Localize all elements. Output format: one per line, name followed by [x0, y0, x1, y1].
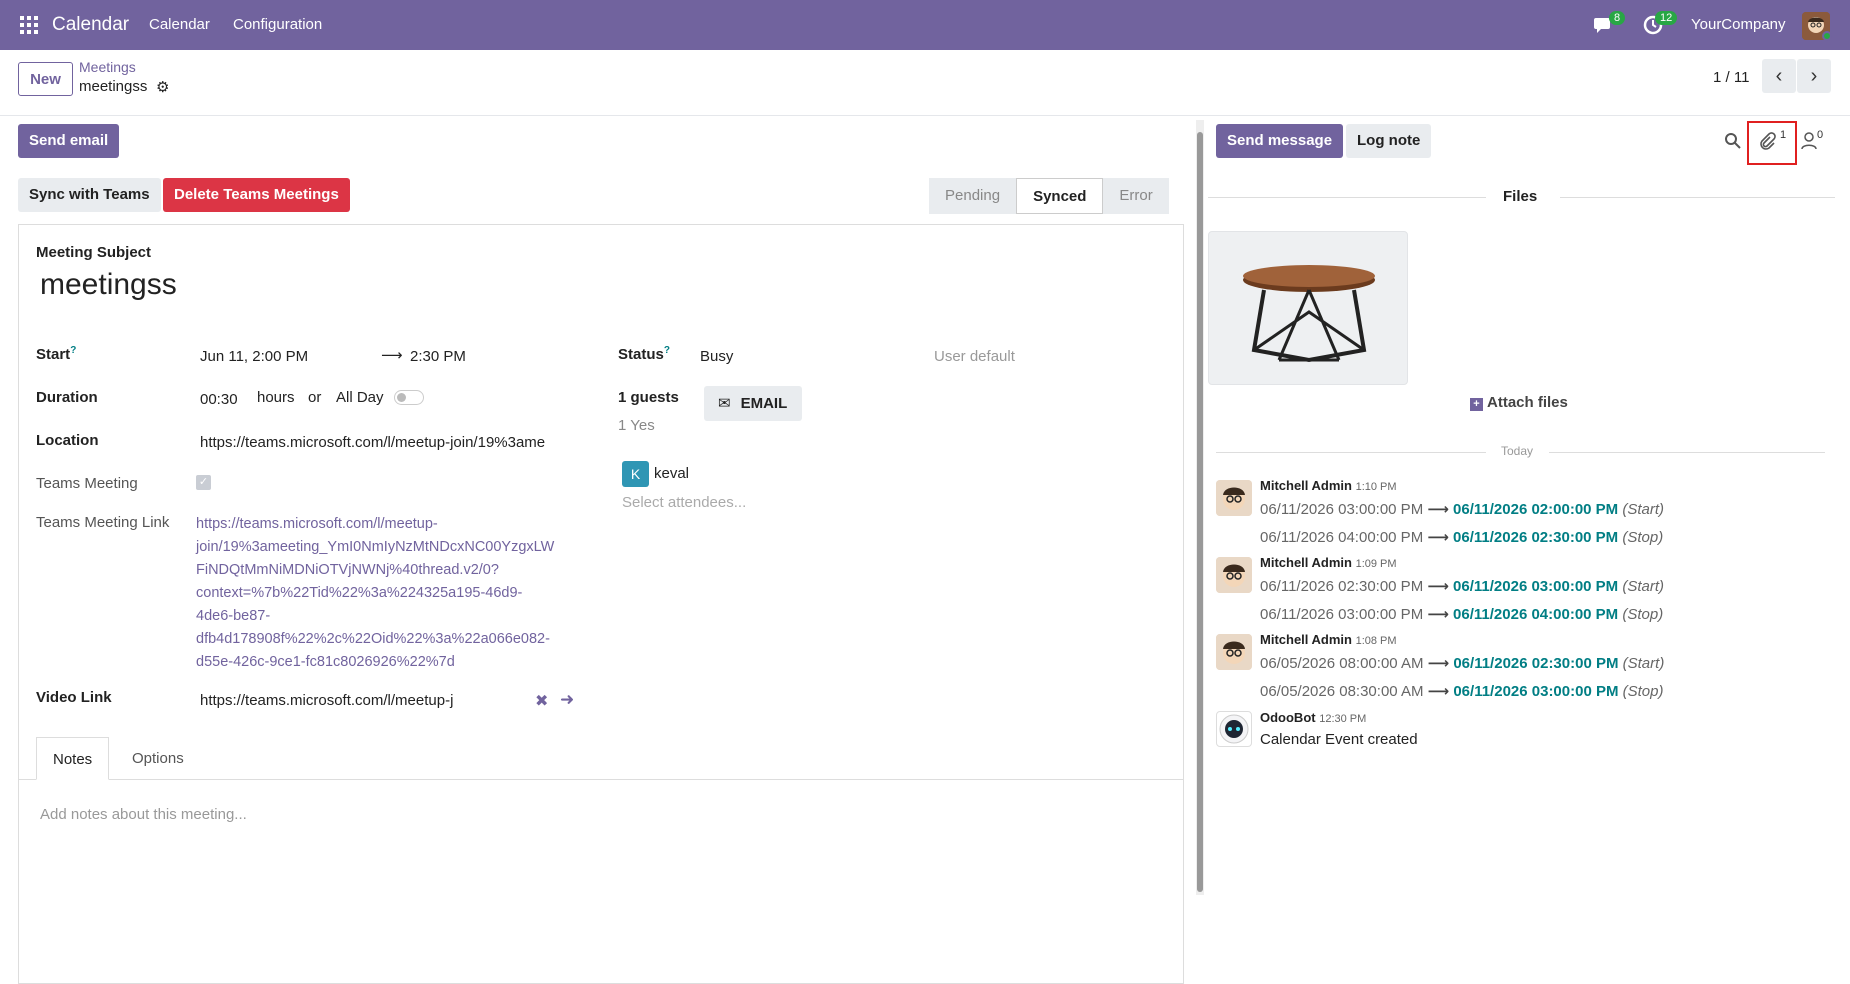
breadcrumb-current: meetingss	[79, 78, 148, 95]
author-avatar[interactable]	[1216, 634, 1252, 670]
subject-label: Meeting Subject	[36, 244, 152, 261]
files-separator-left	[1208, 197, 1486, 198]
today-label: Today	[1501, 444, 1534, 458]
online-status-dot	[1822, 31, 1832, 41]
message-author: OdooBot 12:30 PM	[1260, 710, 1367, 725]
message-author: Mitchell Admin 1:09 PM	[1260, 555, 1397, 570]
attachment-image[interactable]	[1208, 231, 1408, 385]
company-switcher[interactable]: YourCompany	[1691, 16, 1786, 33]
stage-error[interactable]: Error	[1103, 178, 1169, 214]
tracking-line: 06/11/2026 02:30:00 PM ⟶ 06/11/2026 03:0…	[1260, 578, 1665, 595]
files-separator-right	[1560, 197, 1835, 198]
new-button[interactable]: New	[18, 62, 73, 96]
video-link-field[interactable]: https://teams.microsoft.com/l/meetup-j	[200, 692, 490, 709]
location-label: Location	[36, 432, 99, 449]
location-field[interactable]: https://teams.microsoft.com/l/meetup-joi…	[200, 434, 580, 451]
plus-square-icon: +	[1470, 398, 1483, 411]
status-select[interactable]: Busy	[700, 348, 733, 365]
tracking-line: 06/11/2026 03:00:00 PM ⟶ 06/11/2026 04:0…	[1260, 606, 1664, 623]
teams-meeting-checkbox[interactable]: ✓	[196, 475, 211, 490]
or-label: or	[308, 389, 322, 406]
tracking-line: 06/11/2026 03:00:00 PM ⟶ 06/11/2026 02:0…	[1260, 501, 1665, 518]
menu-calendar[interactable]: Calendar	[149, 16, 210, 33]
messages-badge: 8	[1609, 11, 1626, 25]
attendee-name[interactable]: keval	[654, 465, 689, 482]
notebook-tabs: Notes Options	[18, 737, 1184, 780]
teams-meeting-label: Teams Meeting	[36, 475, 138, 492]
stage-pending[interactable]: Pending	[929, 178, 1017, 214]
log-note-button[interactable]: Log note	[1346, 124, 1432, 158]
guests-yes: 1 Yes	[618, 417, 655, 434]
attach-files-button[interactable]: + Attach files	[1470, 394, 1568, 411]
tab-options[interactable]: Options	[116, 737, 200, 780]
message-author: Mitchell Admin 1:08 PM	[1260, 632, 1397, 647]
video-link-label: Video Link	[36, 689, 112, 706]
tracking-line: 06/05/2026 08:30:00 AM ⟶ 06/11/2026 03:0…	[1260, 683, 1664, 700]
tab-notes[interactable]: Notes	[36, 737, 110, 780]
envelope-icon: ✉	[718, 395, 731, 412]
all-day-toggle[interactable]	[394, 390, 424, 405]
clear-video-icon[interactable]: ✖	[535, 691, 548, 711]
join-video-icon[interactable]: ➜	[560, 690, 574, 710]
followers-icon[interactable]	[1801, 132, 1817, 150]
form-scrollbar-thumb[interactable]	[1197, 132, 1203, 892]
app-name[interactable]: Calendar	[52, 14, 129, 36]
status-bar: Pending Synced Error	[929, 178, 1169, 214]
attendee-avatar: K	[622, 461, 649, 487]
files-title: Files	[1503, 188, 1538, 205]
subject-field[interactable]: meetingss	[40, 268, 177, 302]
pager-next-button[interactable]: ›	[1797, 59, 1831, 93]
send-email-button[interactable]: Send email	[18, 124, 120, 158]
all-day-label: All Day	[336, 389, 384, 406]
tracking-line: 06/11/2026 04:00:00 PM ⟶ 06/11/2026 02:3…	[1260, 529, 1664, 546]
highlight-box	[1747, 121, 1797, 165]
author-avatar[interactable]	[1216, 557, 1252, 593]
author-avatar[interactable]	[1216, 480, 1252, 516]
status-label: Status?	[618, 345, 670, 363]
pager-previous-button[interactable]: ‹	[1762, 59, 1796, 93]
hours-label: hours	[257, 389, 295, 406]
delete-teams-button[interactable]: Delete Teams Meetings	[163, 178, 350, 212]
start-date-field[interactable]: Jun 11, 2:00 PM	[200, 348, 308, 365]
activities-badge: 12	[1655, 11, 1678, 25]
send-message-button[interactable]: Send message	[1216, 124, 1344, 158]
top-navbar: Calendar Calendar Configuration 8 12 You…	[0, 0, 1850, 50]
menu-configuration[interactable]: Configuration	[233, 16, 322, 33]
pager-value[interactable]: 1 / 11	[1713, 69, 1749, 86]
search-icon[interactable]	[1724, 132, 1742, 150]
end-time-field[interactable]: 2:30 PM	[410, 348, 466, 365]
email-guests-button[interactable]: ✉ EMAIL	[704, 386, 802, 421]
message-body: Calendar Event created	[1260, 731, 1418, 748]
odoobot-avatar[interactable]	[1216, 711, 1252, 747]
guests-count: 1 guests	[618, 389, 679, 406]
duration-label: Duration	[36, 389, 98, 406]
control-panel: New Meetings meetingss ⚙ 1 / 11 ‹ ›	[0, 50, 1850, 116]
app-menu-icon[interactable]	[20, 16, 40, 34]
table-image	[1243, 265, 1375, 363]
attendees-input[interactable]: Select attendees...	[622, 494, 746, 511]
privacy-select[interactable]: User default	[934, 348, 1015, 365]
message-author: Mitchell Admin 1:10 PM	[1260, 478, 1397, 493]
sync-teams-button[interactable]: Sync with Teams	[18, 178, 161, 212]
arrow-right-icon: ⟶	[381, 347, 403, 364]
tracking-line: 06/05/2026 08:00:00 AM ⟶ 06/11/2026 02:3…	[1260, 655, 1665, 672]
today-separator-right	[1549, 452, 1825, 453]
notes-field[interactable]: Add notes about this meeting...	[40, 806, 247, 823]
teams-meeting-link[interactable]: https://teams.microsoft.com/l/meetup- jo…	[196, 513, 554, 674]
form-sheet	[18, 224, 1184, 984]
duration-field[interactable]: 00:30	[200, 391, 238, 408]
breadcrumb-meetings[interactable]: Meetings	[79, 59, 136, 75]
stage-synced[interactable]: Synced	[1016, 178, 1104, 214]
gear-icon[interactable]: ⚙	[156, 78, 169, 96]
start-label: Start?	[36, 345, 77, 363]
teams-link-label: Teams Meeting Link	[36, 514, 170, 531]
today-separator-left	[1216, 452, 1486, 453]
followers-count: 0	[1817, 129, 1824, 141]
